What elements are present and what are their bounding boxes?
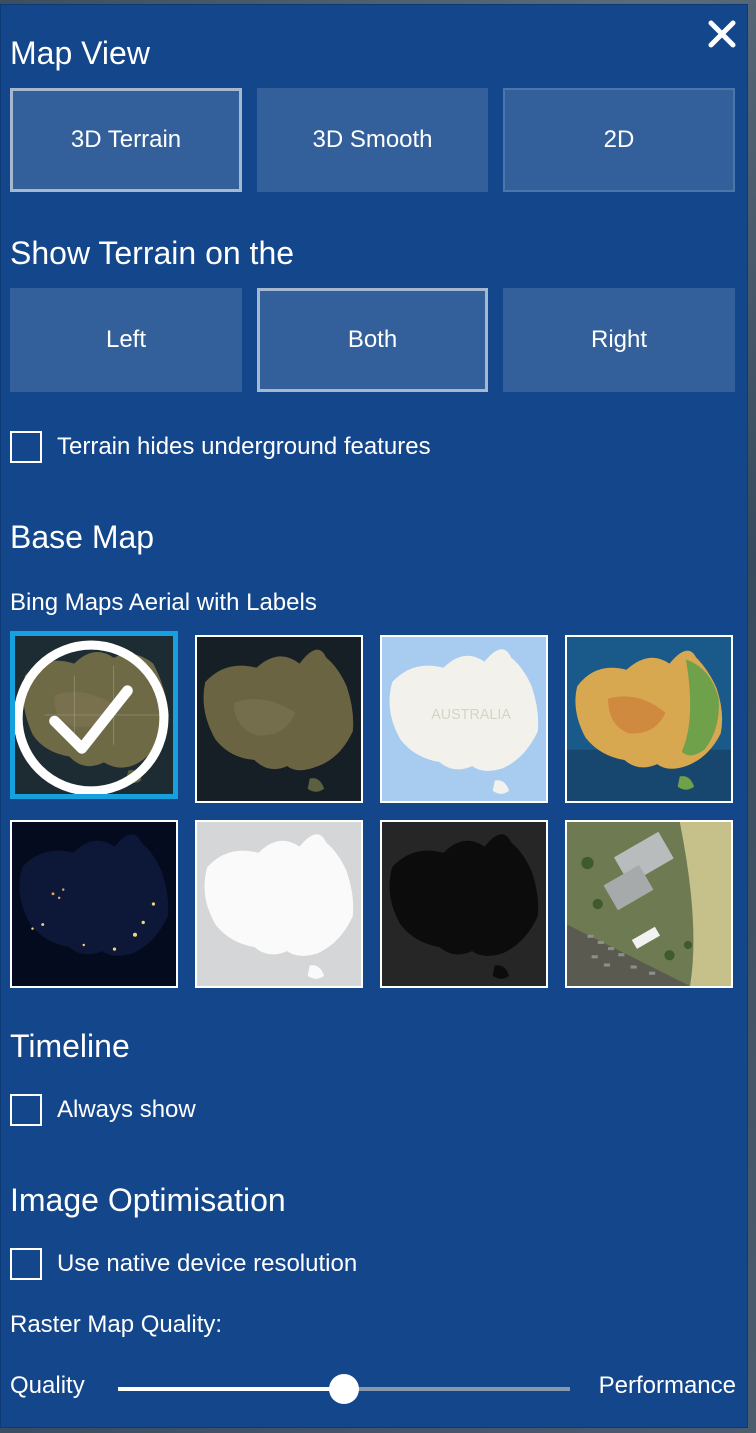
slider-performance-label: Performance <box>598 1372 736 1399</box>
map-view-3d-terrain-label: 3D Terrain <box>70 126 182 153</box>
raster-quality-slider-thumb[interactable] <box>329 1374 359 1404</box>
map-view-heading: Map View <box>10 35 150 71</box>
basemap-tile-night[interactable] <box>10 820 178 988</box>
base-map-selected-label: Bing Maps Aerial with Labels <box>10 589 317 616</box>
terrain-right-label: Right <box>590 326 648 353</box>
raster-quality-label: Raster Map Quality: <box>10 1311 223 1338</box>
basemap-tile-light[interactable] <box>195 820 363 988</box>
raster-quality-slider-row: Quality Performance <box>10 1368 736 1408</box>
terrain-right-button[interactable]: Right <box>503 288 735 392</box>
terrain-hides-label: Terrain hides underground features <box>57 433 431 460</box>
map-view-2d-label: 2D <box>603 126 635 153</box>
terrain-left-button[interactable]: Left <box>10 288 242 392</box>
map-view-2d-button[interactable]: 2D <box>503 88 735 192</box>
native-resolution-row[interactable]: Use native device resolution <box>10 1246 357 1282</box>
selected-check-icon <box>15 640 169 794</box>
terrain-hides-row[interactable]: Terrain hides underground features <box>10 429 431 465</box>
map-view-3d-terrain-button[interactable]: 3D Terrain <box>10 88 242 192</box>
basemap-tile-aerial-labels[interactable] <box>10 631 178 799</box>
always-show-checkbox[interactable] <box>10 1094 42 1126</box>
always-show-label: Always show <box>57 1096 196 1123</box>
close-icon[interactable] <box>707 19 737 49</box>
map-view-3d-smooth-button[interactable]: 3D Smooth <box>257 88 488 192</box>
basemap-tile-aerial[interactable] <box>195 635 363 803</box>
terrain-side-heading: Show Terrain on the <box>10 235 295 271</box>
native-resolution-label: Use native device resolution <box>57 1250 358 1277</box>
map-view-3d-smooth-label: 3D Smooth <box>312 126 433 153</box>
base-map-heading: Base Map <box>10 519 155 555</box>
always-show-row[interactable]: Always show <box>10 1092 196 1128</box>
slider-quality-label: Quality <box>10 1372 85 1399</box>
basemap-tile-natural-earth[interactable] <box>565 635 733 803</box>
terrain-both-button[interactable]: Both <box>257 288 488 392</box>
basemap-tile-dark[interactable] <box>380 820 548 988</box>
native-resolution-checkbox[interactable] <box>10 1248 42 1280</box>
settings-panel: Map View 3D Terrain 3D Smooth 2D Show Te… <box>0 4 748 1428</box>
raster-quality-slider-track[interactable] <box>118 1374 570 1404</box>
basemap-tile-satellite-closeup[interactable] <box>565 820 733 988</box>
basemap-tile-roads[interactable]: AUSTRALIA <box>380 635 548 803</box>
terrain-hides-checkbox[interactable] <box>10 431 42 463</box>
raster-quality-slider-fill <box>118 1387 344 1391</box>
image-optimisation-heading: Image Optimisation <box>10 1182 286 1218</box>
terrain-both-label: Both <box>347 326 398 353</box>
timeline-heading: Timeline <box>10 1028 130 1064</box>
basemap-tile-roads-label: AUSTRALIA <box>431 707 511 723</box>
terrain-left-label: Left <box>105 326 147 353</box>
